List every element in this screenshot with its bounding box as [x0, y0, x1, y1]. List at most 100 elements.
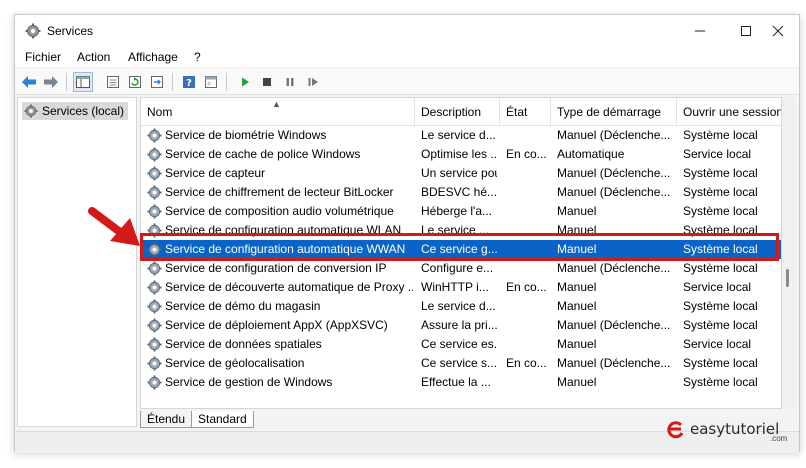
back-arrow-icon — [22, 76, 36, 88]
menu-help[interactable]: ? — [194, 50, 201, 64]
selection-highlight-box — [140, 233, 779, 261]
cell-description: Ce service es... — [421, 337, 497, 351]
cell-state — [506, 204, 550, 220]
start-service-button[interactable] — [235, 72, 255, 92]
tree-item-label: Services (local) — [42, 104, 125, 118]
cell-state: En co... — [506, 280, 547, 294]
tab-standard[interactable]: Standard — [191, 411, 254, 428]
table-row[interactable]: Service de données spatiales Ce service e… — [141, 335, 781, 354]
table-row[interactable]: Service de démo du magasin Le service d..… — [141, 297, 781, 316]
console-view-button[interactable] — [201, 72, 221, 92]
cell-startup-type: Manuel — [557, 375, 597, 389]
table-row[interactable]: Service de cache de police Windows Optimi… — [141, 145, 781, 164]
cell-logon: Service local — [683, 280, 752, 294]
cell-startup-type: Manuel — [557, 299, 597, 313]
cell-name: Service de capteur — [165, 166, 266, 180]
table-row[interactable]: Service de configuration de conversion I… — [141, 259, 781, 278]
back-button[interactable] — [19, 72, 39, 92]
properties-icon — [107, 76, 119, 88]
column-header-name[interactable]: Nom — [141, 98, 415, 126]
vertical-scrollbar[interactable] — [782, 97, 794, 409]
table-row[interactable]: Service de gestion de Windows Effectue la… — [141, 373, 781, 392]
cell-logon: Système local — [683, 356, 758, 370]
cell-description: Assure la pri... — [421, 318, 497, 332]
restart-service-button[interactable] — [303, 72, 323, 92]
export-list-icon — [151, 76, 163, 88]
cell-name: Service de chiffrement de lecteur BitLoc… — [165, 185, 394, 199]
show-tree-icon — [76, 76, 90, 88]
cell-logon: Système local — [683, 375, 758, 389]
toolbar-separator — [66, 73, 67, 91]
table-row[interactable]: Service de capteur Un service pou... Manue… — [141, 164, 781, 183]
cell-state — [506, 337, 550, 353]
cell-description: Le service d... — [421, 299, 496, 313]
cell-name: Service de biométrie Windows — [165, 128, 327, 142]
list-header: ▲ Nom Description État Type de démarrage… — [141, 98, 781, 126]
service-gear-icon — [147, 299, 162, 314]
service-gear-icon — [147, 280, 162, 295]
cell-state — [506, 128, 550, 144]
properties-button[interactable] — [103, 72, 123, 92]
cell-state — [506, 166, 550, 182]
table-row[interactable]: Service de biométrie Windows Le service d… — [141, 126, 781, 145]
menu-affichage[interactable]: Affichage — [128, 50, 178, 64]
cell-logon: Système local — [683, 261, 758, 275]
cell-name: Service de gestion de Windows — [165, 375, 333, 389]
cell-state: En co... — [506, 147, 547, 161]
cell-description: Un service pou... — [421, 166, 497, 180]
service-gear-icon — [147, 337, 162, 352]
cell-name: Service de cache de police Windows — [165, 147, 361, 161]
cell-name: Service de découverte automatique de Pro… — [165, 280, 413, 294]
column-header-logon[interactable]: Ouvrir une session — [677, 98, 781, 126]
cell-name: Service de configuration de conversion I… — [165, 261, 387, 275]
cell-name: Service de géolocalisation — [165, 356, 305, 370]
cell-description: Le service d... — [421, 128, 496, 142]
stop-service-button[interactable] — [257, 72, 277, 92]
cell-startup-type: Manuel (Déclenche... — [557, 261, 671, 275]
tree-item-services-local[interactable]: Services (local) — [22, 102, 128, 120]
table-row[interactable]: Service de déploiement AppX (AppXSVC) Ass… — [141, 316, 781, 335]
help-button[interactable]: ? — [179, 72, 199, 92]
table-row[interactable]: Service de chiffrement de lecteur BitLoc… — [141, 183, 781, 202]
close-button[interactable] — [755, 15, 801, 47]
forward-button[interactable] — [41, 72, 61, 92]
menu-action[interactable]: Action — [77, 50, 110, 64]
cell-name: Service de composition audio volumétriqu… — [165, 204, 394, 218]
service-gear-icon — [147, 261, 162, 276]
view-tabs: Étendu Standard — [140, 411, 440, 429]
column-header-state[interactable]: État — [500, 98, 551, 126]
cell-description: Effectue la ... — [421, 375, 491, 389]
service-gear-icon — [147, 185, 162, 200]
pause-service-icon — [286, 78, 294, 86]
column-header-startup-type[interactable]: Type de démarrage — [551, 98, 677, 126]
column-header-description[interactable]: Description — [415, 98, 500, 126]
refresh-button[interactable] — [125, 72, 145, 92]
service-gear-icon — [147, 318, 162, 333]
maximize-icon — [741, 26, 751, 36]
menu-fichier[interactable]: Fichier — [25, 50, 61, 64]
watermark-suffix: .com — [770, 434, 788, 443]
svg-text:?: ? — [186, 78, 192, 89]
cell-logon: Service local — [683, 337, 752, 351]
services-gear-icon — [24, 104, 38, 118]
cell-state — [506, 318, 550, 334]
watermark-name: easytutoriel — [690, 420, 780, 438]
cell-startup-type: Manuel (Déclenche... — [557, 356, 671, 370]
tab-etendu[interactable]: Étendu — [140, 411, 193, 428]
cell-state — [506, 299, 550, 315]
cell-state: En co... — [506, 356, 547, 370]
cell-startup-type: Automatique — [557, 147, 625, 161]
service-gear-icon — [147, 147, 162, 162]
show-tree-button[interactable] — [73, 72, 93, 92]
tree-pane: Services (local) — [17, 97, 137, 427]
minimize-button[interactable] — [677, 15, 723, 47]
table-row[interactable]: Service de découverte automatique de Pro… — [141, 278, 781, 297]
scrollbar-thumb[interactable] — [786, 269, 789, 287]
pause-service-button[interactable] — [280, 72, 300, 92]
table-row[interactable]: Service de composition audio volumétriqu… — [141, 202, 781, 221]
title-bar[interactable]: Services — [15, 15, 799, 47]
cell-state — [506, 375, 550, 391]
table-row[interactable]: Service de géolocalisation Ce service s..… — [141, 354, 781, 373]
export-list-button[interactable] — [147, 72, 167, 92]
cell-startup-type: Manuel (Déclenche... — [557, 185, 671, 199]
